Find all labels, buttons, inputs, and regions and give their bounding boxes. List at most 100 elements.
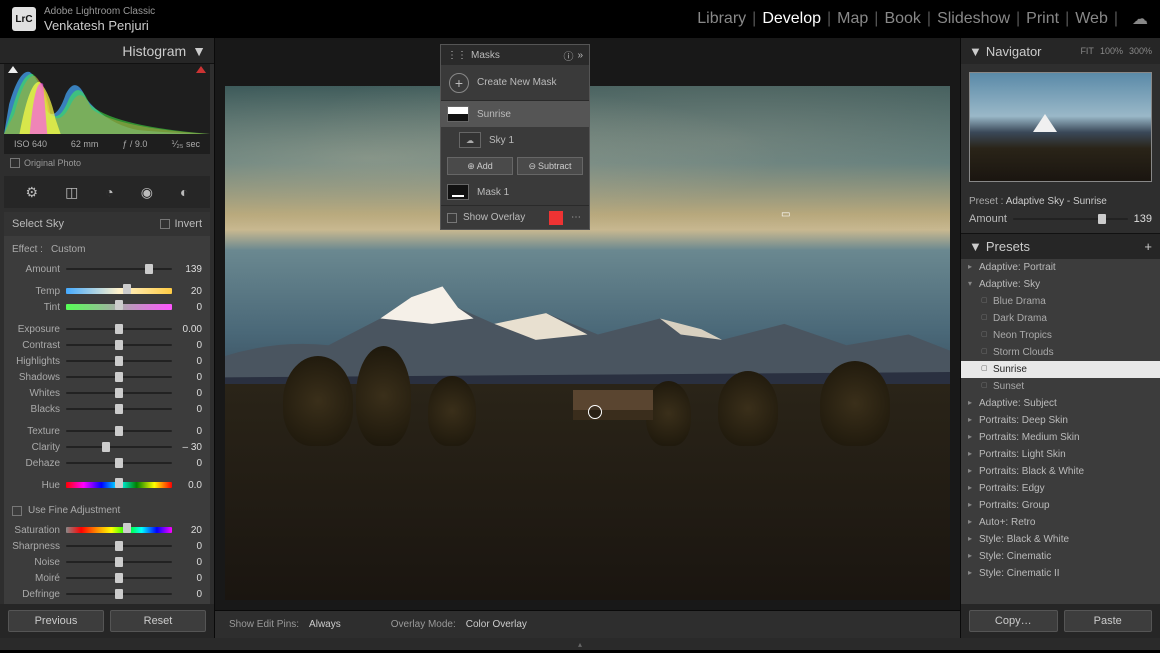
presets-header[interactable]: ▼ Presets + (961, 233, 1160, 259)
preset-item-dark-drama[interactable]: Dark Drama (961, 310, 1160, 327)
overlay-color-swatch[interactable] (549, 211, 563, 225)
overlay-checkbox[interactable] (447, 213, 457, 223)
preset-group-adaptive-subject[interactable]: Adaptive: Subject (961, 395, 1160, 412)
preset-item-blue-drama[interactable]: Blue Drama (961, 293, 1160, 310)
histogram[interactable]: ISO 640 62 mm ƒ / 9.0 ⅟₂₅ sec (4, 64, 210, 154)
mode-value[interactable]: Color Overlay (466, 619, 527, 630)
preset-item-storm-clouds[interactable]: Storm Clouds (961, 344, 1160, 361)
whites-slider[interactable] (66, 389, 172, 397)
masks-collapse-icon[interactable]: » (577, 50, 583, 61)
reset-button[interactable]: Reset (110, 610, 206, 632)
preset-group-portraits-black-white[interactable]: Portraits: Black & White (961, 463, 1160, 480)
paste-button[interactable]: Paste (1064, 610, 1153, 632)
copy-button[interactable]: Copy… (969, 610, 1058, 632)
contrast-slider[interactable] (66, 341, 172, 349)
clarity-slider[interactable] (66, 443, 172, 451)
defringe-slider[interactable] (66, 590, 172, 598)
preset-group-portraits-deep-skin[interactable]: Portraits: Deep Skin (961, 412, 1160, 429)
navigator-preview[interactable] (969, 72, 1152, 182)
shadow-clip-icon[interactable] (8, 66, 18, 73)
zoom-100%[interactable]: 100% (1100, 46, 1123, 56)
invert-checkbox[interactable] (160, 219, 170, 229)
highlights-slider[interactable] (66, 357, 172, 365)
preset-group-style-black-white[interactable]: Style: Black & White (961, 531, 1160, 548)
add-icon: ⊕ (467, 161, 475, 172)
masks-info-icon[interactable]: ⓘ (563, 48, 573, 63)
filmstrip-toggle[interactable] (0, 638, 1160, 650)
preset-group-portraits-medium-skin[interactable]: Portraits: Medium Skin (961, 429, 1160, 446)
add-preset-icon[interactable]: + (1144, 239, 1152, 254)
slider-label: Amount (12, 264, 66, 275)
image-marker-icon: ▭ (781, 209, 790, 220)
subtract-mask-button[interactable]: ⊖Subtract (517, 157, 583, 175)
navigator-header[interactable]: ▼ Navigator FIT100%300% (961, 38, 1160, 64)
zoom-300%[interactable]: 300% (1129, 46, 1152, 56)
noise-slider[interactable] (66, 558, 172, 566)
create-mask-button[interactable]: + Create New Mask (441, 65, 589, 101)
module-tab-slideshow[interactable]: Slideshow (937, 10, 1010, 28)
module-tab-print[interactable]: Print (1026, 10, 1059, 28)
module-tab-develop[interactable]: Develop (762, 10, 821, 28)
preset-group-portraits-light-skin[interactable]: Portraits: Light Skin (961, 446, 1160, 463)
module-tab-book[interactable]: Book (884, 10, 920, 28)
mask-pin[interactable] (588, 405, 602, 419)
add-mask-button[interactable]: ⊕Add (447, 157, 513, 175)
hue-slider[interactable] (66, 481, 172, 489)
edit-icon[interactable]: ⚙ (26, 184, 39, 201)
pins-value[interactable]: Always (309, 619, 341, 630)
cloud-icon[interactable]: ☁ (1132, 9, 1148, 29)
texture-slider[interactable] (66, 427, 172, 435)
preset-list: Adaptive: PortraitAdaptive: SkyBlue Dram… (961, 259, 1160, 604)
temp-slider[interactable] (66, 287, 172, 295)
preset-group-portraits-edgy[interactable]: Portraits: Edgy (961, 480, 1160, 497)
mask-item-sky1[interactable]: ☁ Sky 1 (441, 127, 589, 153)
slider-value: 0.0 (172, 480, 202, 491)
aperture-label: ƒ / 9.0 (122, 139, 147, 150)
mask-menu-icon[interactable]: ⋯ (569, 212, 583, 223)
select-mode-label[interactable]: Select Sky (12, 218, 64, 230)
module-switcher: Library|Develop|Map|Book|Slideshow|Print… (697, 9, 1148, 29)
saturation-slider[interactable] (66, 526, 172, 534)
preset-group-adaptive-portrait[interactable]: Adaptive: Portrait (961, 259, 1160, 276)
slider-label: Saturation (12, 525, 66, 536)
tint-slider[interactable] (66, 303, 172, 311)
preset-group-style-cinematic[interactable]: Style: Cinematic (961, 548, 1160, 565)
module-tab-map[interactable]: Map (837, 10, 868, 28)
sharpness-slider[interactable] (66, 542, 172, 550)
slider-label: Highlights (12, 356, 66, 367)
dehaze-slider[interactable] (66, 459, 172, 467)
crop-icon[interactable]: ◫ (65, 184, 78, 201)
zoom-FIT[interactable]: FIT (1080, 46, 1094, 56)
effect-value[interactable]: Custom (51, 244, 85, 255)
amount-slider[interactable] (66, 265, 172, 273)
preset-group-adaptive-sky[interactable]: Adaptive: Sky (961, 276, 1160, 293)
module-tab-library[interactable]: Library (697, 10, 746, 28)
histogram-header[interactable]: Histogram▼ (0, 38, 214, 64)
masks-drag-icon[interactable]: ⋮⋮ (447, 50, 467, 61)
preset-group-auto-retro[interactable]: Auto+: Retro (961, 514, 1160, 531)
highlight-clip-icon[interactable] (196, 66, 206, 73)
original-label: Original Photo (24, 158, 81, 168)
mask-item-sunrise[interactable]: Sunrise (441, 101, 589, 127)
preset-group-style-cinematic-ii[interactable]: Style: Cinematic II (961, 565, 1160, 582)
fine-adj-checkbox[interactable] (12, 506, 22, 516)
house-shape (573, 390, 653, 420)
blacks-slider[interactable] (66, 405, 172, 413)
mask-item-mask1[interactable]: Mask 1 (441, 179, 589, 205)
heal-icon[interactable]: ◔ (105, 184, 113, 200)
exposure-slider[interactable] (66, 325, 172, 333)
preset-amount-slider[interactable] (1013, 218, 1128, 220)
preset-item-neon-tropics[interactable]: Neon Tropics (961, 327, 1160, 344)
mask-icon[interactable]: ◐ (180, 184, 188, 200)
original-checkbox[interactable] (10, 158, 20, 168)
iso-label: ISO 640 (14, 139, 47, 150)
previous-button[interactable]: Previous (8, 610, 104, 632)
redeye-icon[interactable]: ◉ (141, 184, 153, 201)
module-tab-web[interactable]: Web (1075, 10, 1108, 28)
titlebar: LrC Adobe Lightroom Classic Venkatesh Pe… (0, 0, 1160, 38)
shadows-slider[interactable] (66, 373, 172, 381)
preset-item-sunrise[interactable]: Sunrise (961, 361, 1160, 378)
moiré-slider[interactable] (66, 574, 172, 582)
preset-group-portraits-group[interactable]: Portraits: Group (961, 497, 1160, 514)
preset-item-sunset[interactable]: Sunset (961, 378, 1160, 395)
